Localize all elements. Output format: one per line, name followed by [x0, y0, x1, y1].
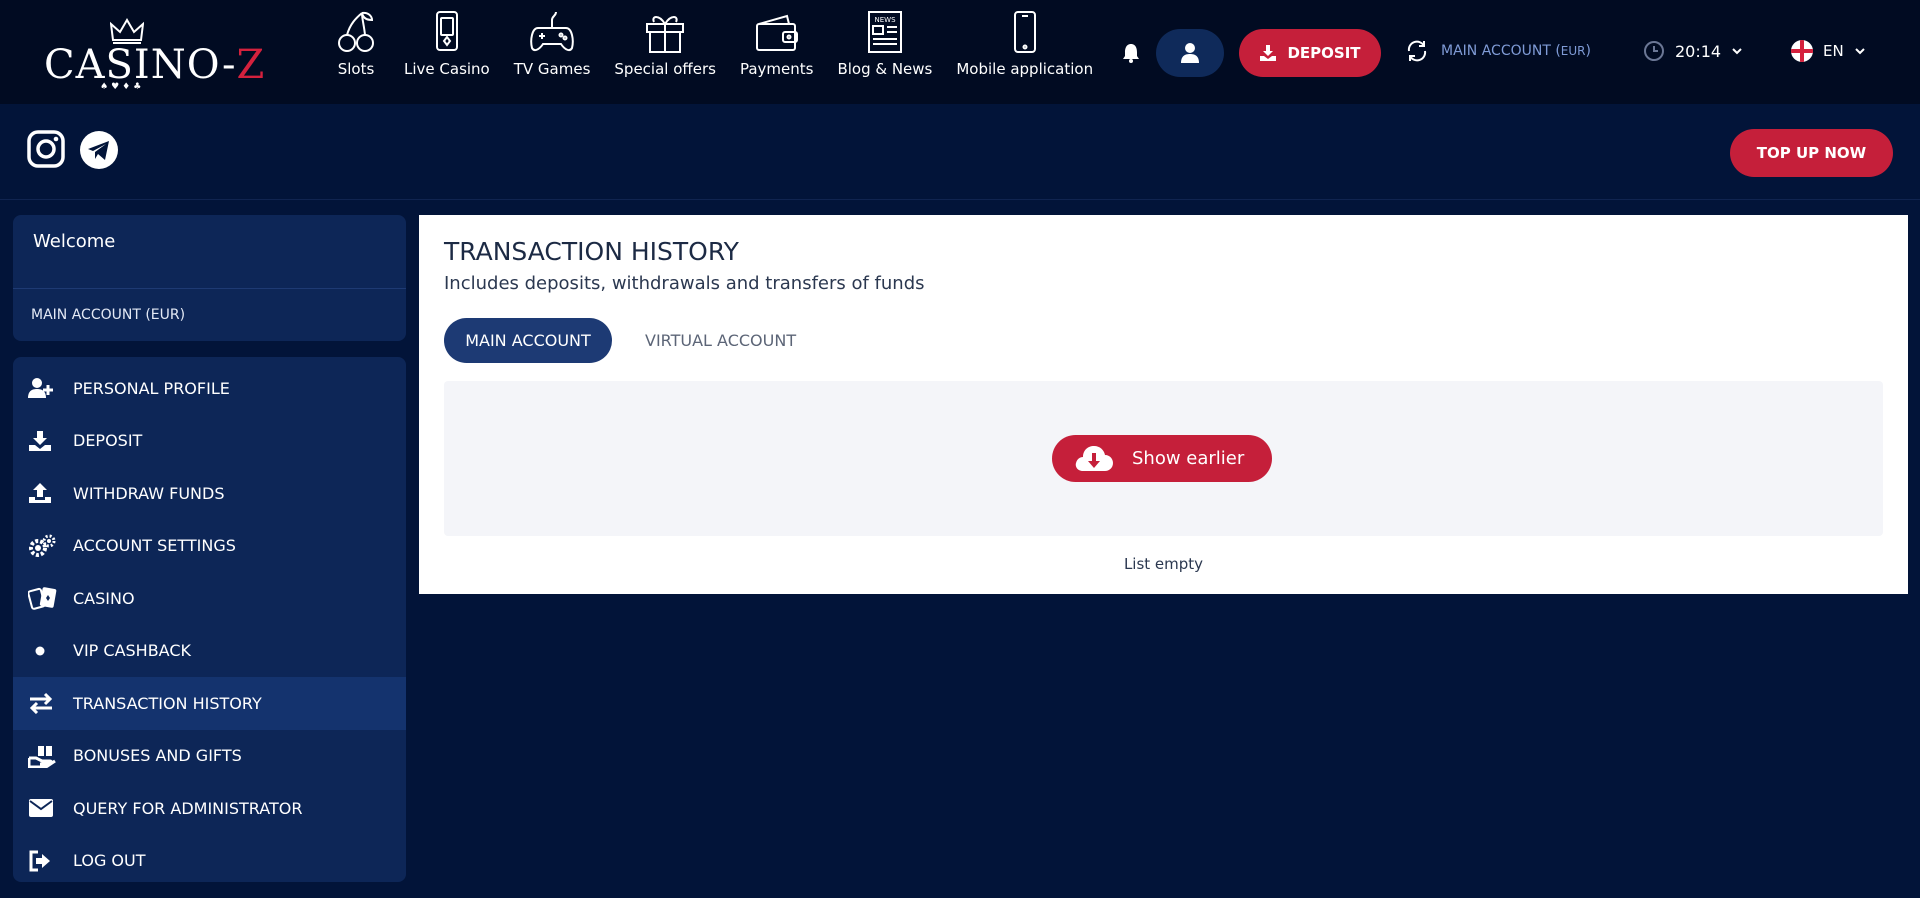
nav-label: TV Games — [513, 60, 591, 78]
sign-out-icon — [28, 850, 62, 872]
sidebar-item-account-settings[interactable]: ACCOUNT SETTINGS — [13, 520, 406, 573]
sidebar-item-label: QUERY FOR ADMINISTRATOR — [73, 798, 303, 818]
account-menu: PERSONAL PROFILE DEPOSIT WITHDRAW FUNDS … — [13, 357, 406, 882]
user-icon — [1181, 43, 1199, 63]
nav-slots[interactable]: Slots — [320, 10, 392, 94]
cloud-download-icon — [1075, 445, 1113, 471]
sidebar-item-personal-profile[interactable]: PERSONAL PROFILE — [13, 362, 406, 415]
deposit-label: DEPOSIT — [1287, 44, 1361, 62]
logo-suits: ♠♥♦♣ — [100, 82, 145, 92]
language-selector[interactable]: EN — [1791, 40, 1866, 62]
sidebar-item-withdraw[interactable]: WITHDRAW FUNDS — [13, 467, 406, 520]
crown-icon — [110, 18, 144, 44]
sidebar-item-label: LOG OUT — [73, 851, 146, 871]
user-plus-icon — [28, 377, 62, 399]
logo-z: Z — [236, 42, 266, 88]
cherry-icon — [338, 11, 374, 52]
smartphone-icon — [1013, 11, 1036, 53]
nav-label: Blog & News — [837, 60, 933, 78]
nav-tv-games[interactable]: TV Games — [502, 10, 603, 94]
show-earlier-button[interactable]: Show earlier — [1052, 435, 1272, 482]
sidebar-item-label: ACCOUNT SETTINGS — [73, 536, 236, 556]
gamepad-icon — [530, 11, 574, 52]
refresh-icon — [1407, 40, 1427, 62]
sidebar-item-label: BONUSES AND GIFTS — [73, 746, 242, 766]
sidebar-item-label: TRANSACTION HISTORY — [73, 693, 262, 713]
sidebar-item-vip-cashback[interactable]: VIP CASHBACK — [13, 625, 406, 678]
gift-icon — [646, 16, 685, 53]
sidebar-item-label: VIP CASHBACK — [73, 641, 192, 661]
chevron-down-icon — [1732, 48, 1742, 55]
clock-icon — [1644, 41, 1664, 61]
sidebar-item-label: PERSONAL PROFILE — [73, 378, 230, 398]
nav-payments[interactable]: Payments — [728, 10, 825, 94]
time-selector[interactable]: 20:14 — [1643, 40, 1743, 62]
nav-label: Special offers — [614, 60, 716, 78]
gears-icon — [28, 534, 62, 558]
account-currency: EUR — [1560, 44, 1586, 58]
nav-label: Payments — [739, 60, 814, 78]
nav-blog-news[interactable]: NEWS Blog & News — [825, 10, 944, 94]
sidebar-item-label: CASINO — [73, 588, 135, 608]
dot-icon — [28, 639, 62, 663]
hand-gift-icon — [28, 744, 62, 768]
welcome-text: Welcome — [33, 231, 116, 252]
account-label-text: MAIN ACCOUNT ( — [1441, 43, 1561, 59]
page-title: TRANSACTION HISTORY — [444, 237, 739, 266]
nav-special-offers[interactable]: Special offers — [602, 10, 728, 94]
uk-flag-icon — [1791, 40, 1813, 62]
language-code: EN — [1823, 42, 1844, 60]
exchange-arrows-icon — [28, 692, 62, 715]
cards-phone-icon — [435, 11, 458, 51]
deposit-button[interactable]: DEPOSIT — [1239, 29, 1381, 77]
casino-z-logo[interactable]: CASINO-Z ♠♥♦♣ — [44, 18, 264, 92]
top-header: CASINO-Z ♠♥♦♣ Slots Live Casino TV Games… — [0, 0, 1920, 104]
sidebar-item-query-administrator[interactable]: QUERY FOR ADMINISTRATOR — [13, 782, 406, 835]
nav-label: Live Casino — [404, 60, 490, 78]
playing-cards-icon — [28, 586, 62, 611]
nav-mobile-app[interactable]: Mobile application — [944, 10, 1105, 94]
chevron-down-icon — [1854, 48, 1865, 55]
transaction-list: Show earlier — [444, 381, 1883, 536]
user-profile-button[interactable] — [1156, 29, 1224, 77]
wallet-icon — [755, 14, 798, 51]
social-bar — [0, 104, 1920, 200]
main-nav: Slots Live Casino TV Games Special offer… — [320, 10, 1105, 94]
logo-wordmark: CASINO-Z — [44, 42, 265, 88]
sidebar-item-transaction-history[interactable]: TRANSACTION HISTORY — [13, 677, 406, 730]
bell-icon[interactable] — [1120, 42, 1142, 64]
time-display: 20:14 — [1675, 41, 1722, 61]
page-subtitle: Includes deposits, withdrawals and trans… — [444, 273, 925, 294]
download-tray-icon — [1260, 45, 1277, 61]
sidebar-item-label: WITHDRAW FUNDS — [73, 483, 225, 503]
sidebar-item-casino[interactable]: CASINO — [13, 572, 406, 625]
nav-label: Mobile application — [956, 60, 1094, 78]
nav-live-casino[interactable]: Live Casino — [392, 10, 502, 94]
sidebar-item-deposit[interactable]: DEPOSIT — [13, 415, 406, 468]
envelope-icon — [28, 798, 62, 818]
show-earlier-label: Show earlier — [1132, 448, 1245, 469]
sidebar-item-log-out[interactable]: LOG OUT — [13, 835, 406, 888]
sidebar-account-label: MAIN ACCOUNT (EUR) — [31, 307, 186, 323]
telegram-icon[interactable] — [79, 130, 119, 170]
download-tray-icon — [28, 430, 62, 452]
tab-main-account[interactable]: MAIN ACCOUNT — [444, 318, 612, 363]
sidebar-item-label: DEPOSIT — [73, 431, 143, 451]
sidebar-item-bonuses-gifts[interactable]: BONUSES AND GIFTS — [13, 730, 406, 783]
empty-list-message: List empty — [1123, 555, 1204, 573]
upload-tray-icon — [28, 482, 62, 504]
transaction-history-panel: TRANSACTION HISTORY Includes deposits, w… — [419, 215, 1908, 594]
top-up-now-button[interactable]: TOP UP NOW — [1730, 129, 1893, 177]
welcome-card: Welcome MAIN ACCOUNT (EUR) — [13, 215, 406, 341]
newspaper-icon: NEWS — [867, 11, 902, 53]
instagram-icon[interactable] — [27, 130, 65, 168]
account-label-close: ) — [1585, 43, 1591, 59]
account-switcher-label: MAIN ACCOUNT (EUR) — [1441, 43, 1591, 59]
tab-virtual-account[interactable]: VIRTUAL ACCOUNT — [645, 318, 796, 363]
nav-label: Slots — [337, 60, 375, 78]
account-switcher[interactable]: MAIN ACCOUNT (EUR) — [1405, 39, 1591, 63]
divider — [13, 288, 406, 289]
svg-text:NEWS: NEWS — [874, 16, 896, 24]
